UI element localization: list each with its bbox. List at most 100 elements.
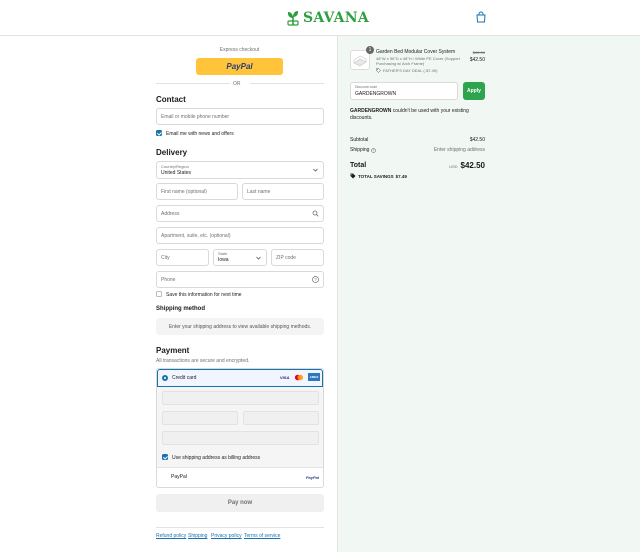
discount-code-label: Discount code: [355, 85, 378, 89]
refund-policy-link[interactable]: Refund policy: [156, 533, 186, 539]
address-field[interactable]: Address: [156, 205, 324, 222]
state-label: State: [218, 251, 228, 256]
newsletter-label: Email me with news and offers: [166, 131, 234, 137]
order-summary: 1 Garden Bed Modular Cover System 48"W x…: [337, 36, 640, 552]
address-placeholder: Address: [161, 211, 180, 217]
shipping-value: Enter shipping address: [433, 147, 485, 153]
discount-error: GARDENGROWN couldn't be used with your e…: [350, 108, 470, 122]
total-savings: TOTAL SAVINGS $7.49: [350, 173, 407, 179]
amex-icon: AMEX: [308, 373, 320, 381]
pay-now-button[interactable]: Pay now: [156, 494, 324, 512]
zip-field[interactable]: ZIP code: [271, 249, 324, 266]
terms-of-service-link[interactable]: Terms of service: [244, 533, 280, 539]
brand-logo[interactable]: SAVANA: [286, 9, 369, 27]
footer-divider: [156, 527, 324, 528]
card-name-field[interactable]: [162, 431, 319, 445]
divider-left: [156, 83, 230, 84]
svg-text:?: ?: [314, 277, 317, 282]
state-select[interactable]: State Iowa: [213, 249, 267, 266]
product-name: Garden Bed Modular Cover System: [376, 49, 456, 55]
apply-button[interactable]: Apply: [463, 82, 485, 100]
credit-card-label: Credit card: [172, 375, 197, 381]
product-image: [353, 55, 367, 67]
total-value-group: USD $42.50: [449, 161, 485, 170]
contact-title: Contact: [156, 95, 186, 104]
radio-selected: [162, 375, 168, 381]
zip-placeholder: ZIP code: [276, 255, 296, 261]
shopping-bag-icon[interactable]: [475, 11, 487, 23]
subtotal-value: $42.50: [469, 137, 485, 143]
card-number-field[interactable]: [162, 391, 319, 405]
shipping-link[interactable]: Shipping: [188, 533, 207, 539]
discount-code-field[interactable]: Discount code GARDENGROWN: [350, 82, 458, 100]
chevron-down-icon: [256, 256, 261, 260]
save-info-label: Save this information for next time: [166, 292, 242, 298]
search-icon: [312, 210, 319, 217]
email-field[interactable]: Email or mobile phone number: [156, 108, 324, 125]
shipping-method-notice: Enter your shipping address to view avai…: [156, 318, 324, 335]
payment-title: Payment: [156, 346, 190, 355]
shipping-method-message: Enter your shipping address to view avai…: [168, 323, 312, 330]
payment-subtitle: All transactions are secure and encrypte…: [156, 358, 250, 364]
email-placeholder: Email or mobile phone number: [161, 114, 230, 120]
product-variant: 48"W x 96"D x 48"H / White PE Cover (Sup…: [376, 56, 460, 66]
city-field[interactable]: City: [156, 249, 209, 266]
quantity-badge: 1: [366, 46, 374, 54]
currency-code: USD: [449, 164, 458, 169]
delivery-title: Delivery: [156, 148, 188, 157]
item-price: $42.50: [469, 57, 485, 63]
discount-code-value: GARDENGROWN: [355, 91, 397, 97]
tag-icon: [350, 173, 356, 179]
first-name-field[interactable]: First name (optional): [156, 183, 238, 200]
phone-field[interactable]: Phone ?: [156, 271, 324, 288]
country-label: Country/Region: [161, 164, 189, 169]
last-name-field[interactable]: Last name: [242, 183, 324, 200]
paypal-badge: PayPal: [305, 475, 319, 480]
total-value: $42.50: [460, 161, 485, 170]
visa-icon: VISA: [280, 375, 290, 380]
shipping-row: Shipping ?: [350, 147, 377, 153]
credit-card-option[interactable]: Credit card VISA AMEX: [157, 369, 323, 387]
save-info-checkbox[interactable]: [156, 291, 162, 297]
payment-methods: Credit card VISA AMEX Use shipping addre…: [156, 368, 324, 488]
apartment-placeholder: Apartment, suite, etc. (optional): [161, 233, 231, 239]
paypal-option[interactable]: PayPal PayPal: [157, 467, 323, 487]
checkout-form: Express checkout PayPal OR Contact Email…: [0, 36, 337, 552]
country-value: United States: [161, 170, 192, 176]
shipping-label: Shipping: [350, 147, 370, 153]
city-placeholder: City: [161, 255, 170, 261]
card-cvv-field[interactable]: [243, 411, 319, 425]
card-details-panel: Use shipping address as billing address: [157, 387, 323, 467]
quantity-value: 1: [368, 47, 372, 53]
country-select[interactable]: Country/Region United States: [156, 161, 324, 179]
apply-label: Apply: [467, 88, 481, 94]
product-discount-tag: FATHER'S DAY DEAL (-$7.49): [376, 68, 437, 73]
paypal-express-button[interactable]: PayPal: [196, 58, 283, 75]
savings-value: $7.49: [395, 173, 407, 179]
last-name-placeholder: Last name: [247, 189, 271, 195]
mastercard-icon: [294, 374, 304, 381]
first-name-placeholder: First name (optional): [161, 189, 207, 195]
help-icon[interactable]: ?: [312, 276, 319, 283]
brand-name: SAVANA: [303, 10, 370, 26]
total-label: Total: [350, 162, 367, 169]
newsletter-checkbox[interactable]: [156, 130, 162, 136]
original-price: $49.99: [472, 50, 485, 55]
or-divider-text: OR: [233, 81, 241, 87]
card-expiry-field[interactable]: [162, 411, 238, 425]
apartment-field[interactable]: Apartment, suite, etc. (optional): [156, 227, 324, 244]
info-icon[interactable]: ?: [371, 147, 377, 153]
phone-placeholder: Phone: [161, 277, 176, 283]
privacy-policy-link[interactable]: Privacy policy: [211, 533, 242, 539]
billing-checkbox[interactable]: [162, 454, 168, 460]
savings-label: TOTAL SAVINGS: [358, 173, 394, 179]
tag-icon: [376, 68, 381, 73]
paypal-option-label: PayPal: [171, 474, 187, 480]
plant-logo-icon: [287, 11, 299, 26]
shipping-method-title: Shipping method: [156, 306, 205, 312]
state-value: Iowa: [218, 257, 229, 263]
paypal-logo-text: PayPal: [226, 62, 253, 71]
discount-error-code: GARDENGROWN: [350, 108, 392, 114]
subtotal-label: Subtotal: [350, 137, 369, 143]
chevron-down-icon: [313, 168, 318, 172]
